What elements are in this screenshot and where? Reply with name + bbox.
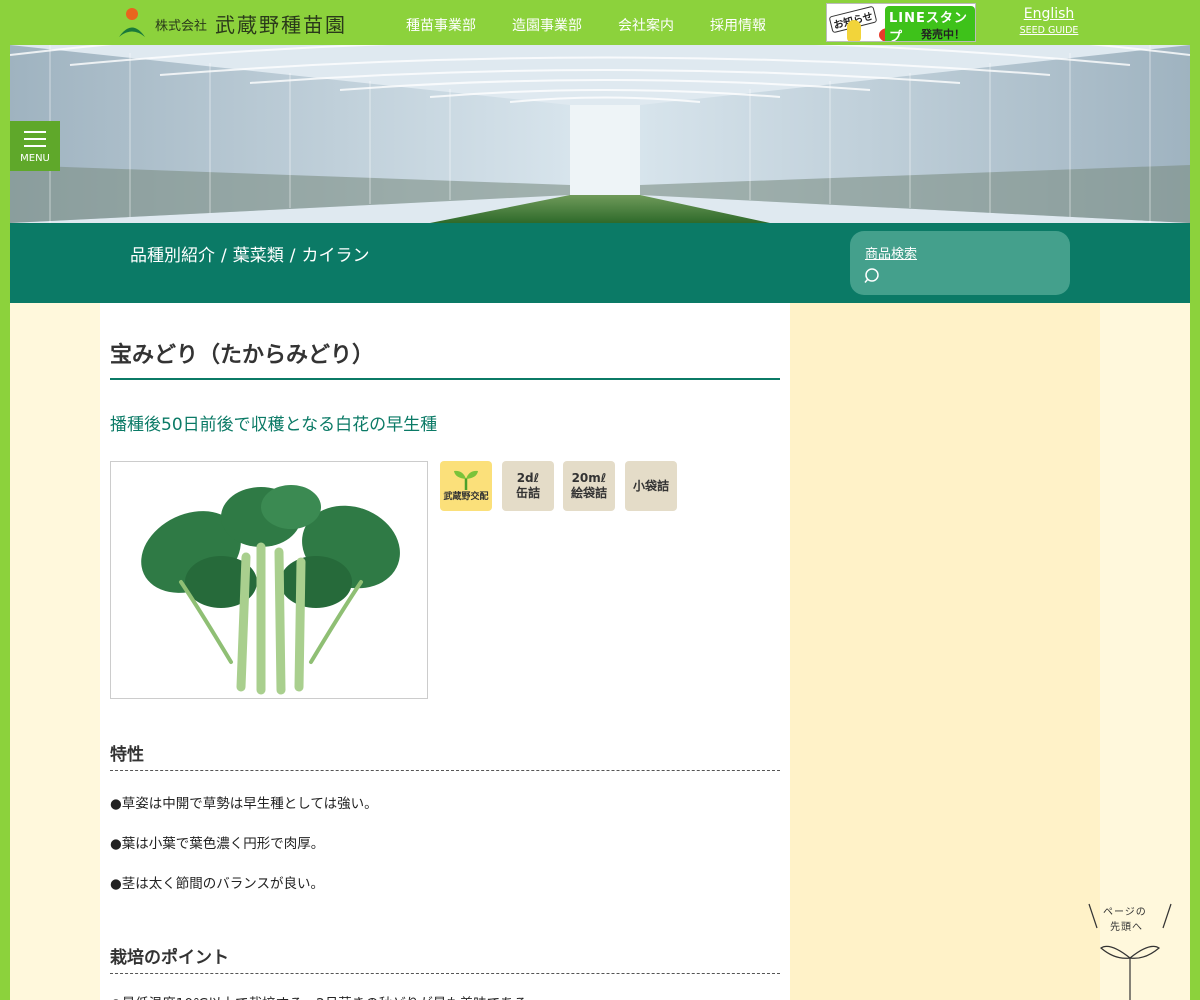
badge-20ml-picture-bag: 20mℓ 絵袋詰: [563, 461, 615, 511]
list-item: ●草姿は中開で草勢は早生種としては強い。: [110, 796, 378, 812]
nav-landscape-division[interactable]: 造園事業部: [512, 15, 582, 35]
section-divider: [110, 770, 780, 771]
badge-label: 武蔵野交配: [443, 492, 489, 503]
nav-recruitment[interactable]: 採用情報: [710, 15, 766, 35]
sprout-icon: [454, 471, 478, 491]
breadcrumb-item-leafy-vegetables[interactable]: 葉菜類: [233, 246, 284, 266]
logo-company-type: 株式会社: [155, 18, 208, 34]
badge-package: 絵袋詰: [570, 486, 607, 500]
product-search-box[interactable]: 商品検索: [850, 231, 1070, 295]
site-header: 株式会社 武蔵野種苗園 種苗事業部 造園事業部 会社案内 採用情報 お知らせ L…: [0, 0, 1200, 45]
breadcrumb-separator: /: [221, 246, 227, 266]
line-stamp-banner[interactable]: お知らせ LINEスタンプ 発売中！: [826, 3, 976, 42]
badge-musashino-cross: 武蔵野交配: [440, 461, 492, 511]
badge-package: 小袋詰: [632, 478, 669, 493]
logo-company-name: 武蔵野種苗園: [215, 12, 348, 37]
logo-sprout-icon: [118, 6, 146, 38]
badge-package: 缶詰: [515, 486, 540, 500]
badge-size: 20mℓ: [571, 471, 607, 485]
search-icon[interactable]: [864, 267, 882, 289]
site-logo[interactable]: 株式会社 武蔵野種苗園: [118, 6, 347, 38]
section-heading-cultivation-points: 栽培のポイント: [110, 948, 229, 968]
page-top-label-1: ページの: [1103, 907, 1147, 918]
menu-label: MENU: [20, 153, 50, 164]
list-item: ●茎は太く節間のバランスが良い。: [110, 876, 325, 892]
list-item: ●最低温度10℃以上で栽培する。2月蒔きの秋どりが最も美味である。: [110, 992, 541, 1000]
title-divider: [110, 378, 780, 380]
product-lead: 播種後50日前後で収穫となる白花の早生種: [110, 415, 438, 435]
breadcrumb-item-current: カイラン: [301, 246, 370, 266]
banner-on-sale-text: 発売中！: [921, 28, 965, 41]
menu-button[interactable]: MENU: [10, 121, 60, 171]
list-item: ●葉は小葉で葉色濃く円形で肉厚。: [110, 836, 325, 852]
nav-company-info[interactable]: 会社案内: [618, 15, 674, 35]
sidebar: [790, 303, 1100, 1000]
product-title: 宝みどり（たからみどり）: [110, 343, 375, 368]
product-search-link[interactable]: 商品検索: [865, 243, 917, 262]
breadcrumb-separator: /: [289, 246, 296, 266]
corn-character-icon: [847, 20, 861, 41]
breadcrumb: 品種別紹介 / 葉菜類 / カイラン: [130, 241, 369, 266]
section-heading-characteristics: 特性: [110, 745, 144, 765]
hero-greenhouse-image: [10, 45, 1190, 223]
nav-seed-division[interactable]: 種苗事業部: [406, 15, 476, 35]
product-image: [110, 461, 428, 699]
english-seed-guide-link[interactable]: English SEED GUIDE: [1018, 6, 1080, 36]
page-top-button[interactable]: ページの 先頭へ: [1085, 900, 1175, 1000]
seed-guide-label: SEED GUIDE: [1019, 25, 1079, 36]
badge-small-bag: 小袋詰: [625, 461, 677, 511]
page-top-label-2: 先頭へ: [1110, 922, 1143, 933]
hamburger-icon: [24, 131, 46, 152]
breadcrumb-item-variety[interactable]: 品種別紹介: [130, 246, 215, 266]
breadcrumb-band: 品種別紹介 / 葉菜類 / カイラン 商品検索: [10, 223, 1190, 303]
global-nav: 種苗事業部 造園事業部 会社案内 採用情報: [406, 15, 802, 35]
english-label: English: [1023, 6, 1075, 22]
badge-2dl-can: 2dℓ 缶詰: [502, 461, 554, 511]
section-divider: [110, 973, 780, 974]
badge-size: 2dℓ: [516, 471, 540, 485]
